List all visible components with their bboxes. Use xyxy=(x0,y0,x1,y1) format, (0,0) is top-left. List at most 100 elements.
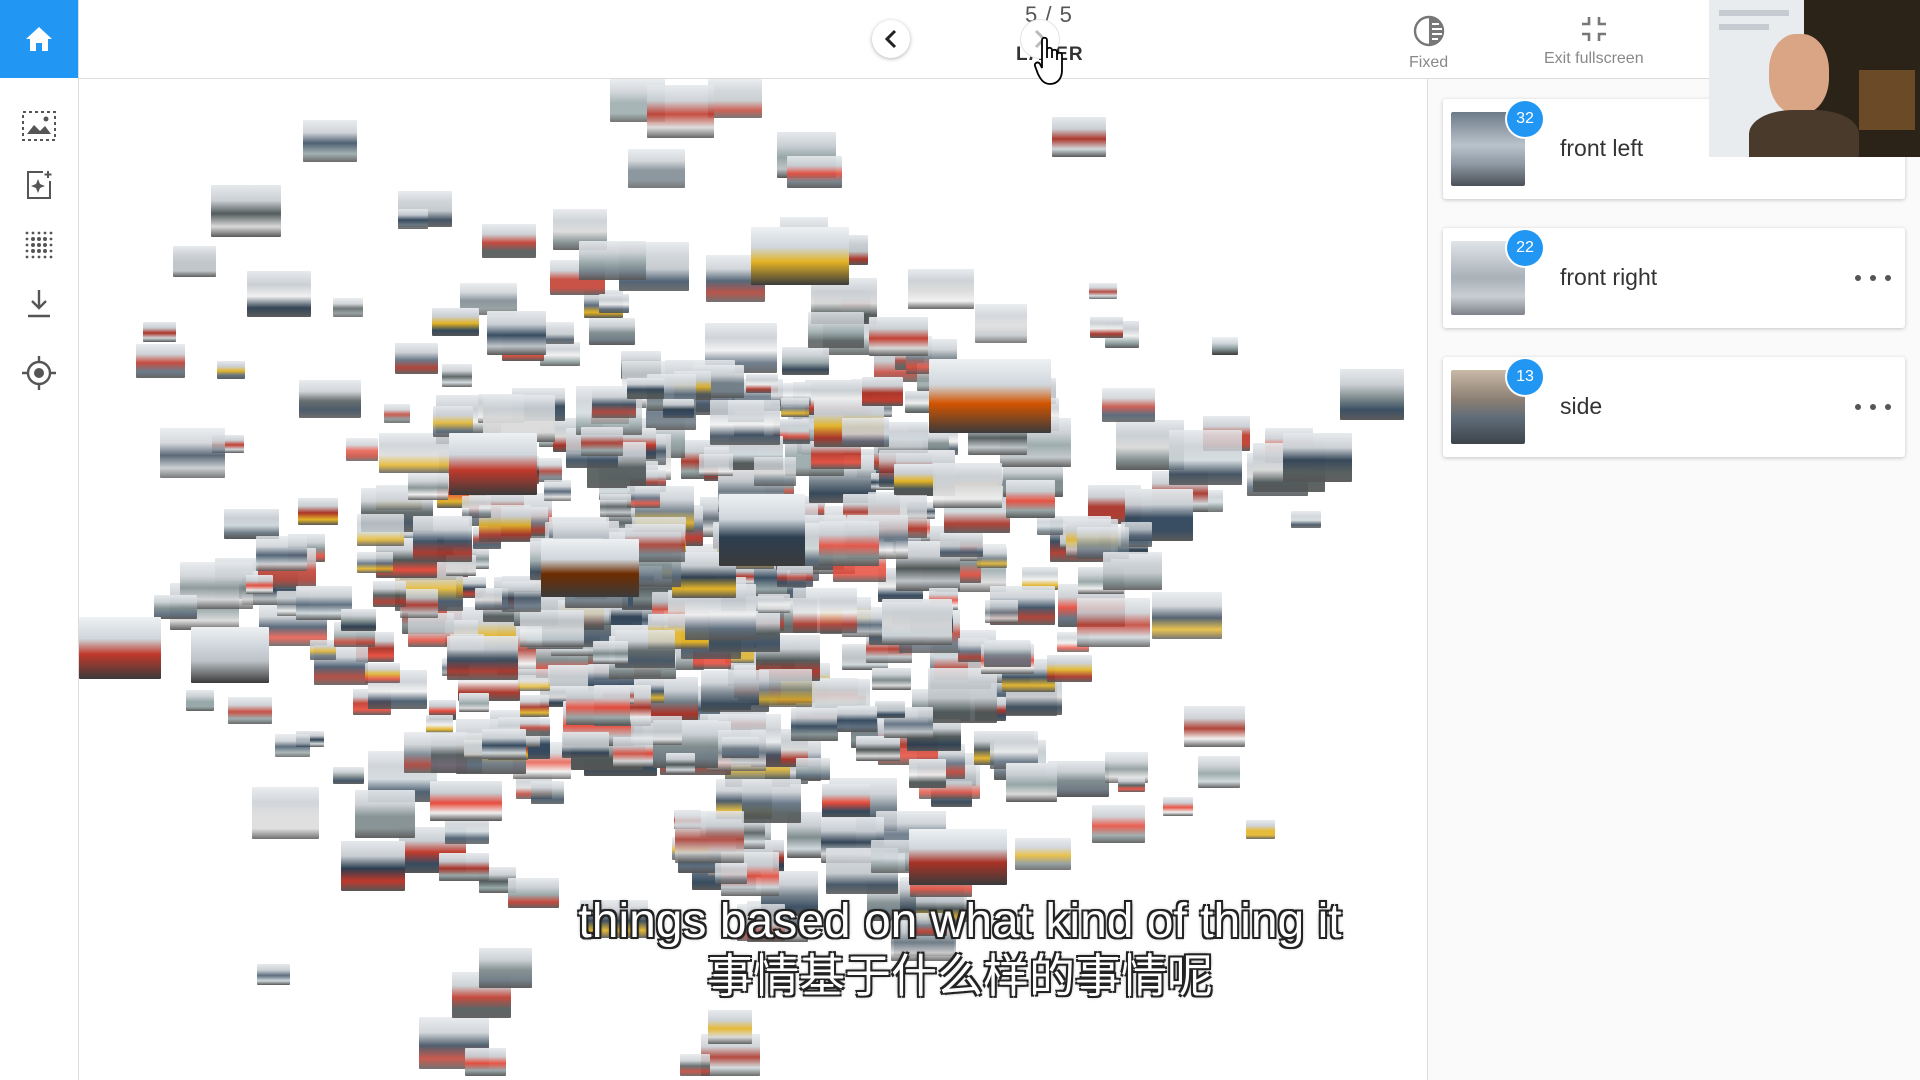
car-image-thumbnail[interactable] xyxy=(546,322,574,344)
car-image-thumbnail[interactable] xyxy=(257,964,290,985)
car-image-thumbnail[interactable] xyxy=(984,641,1031,667)
car-image-thumbnail[interactable] xyxy=(675,811,744,863)
car-image-thumbnail[interactable] xyxy=(1246,820,1275,839)
car-image-thumbnail[interactable] xyxy=(599,294,629,313)
car-image-thumbnail[interactable] xyxy=(822,784,870,818)
car-image-thumbnail[interactable] xyxy=(502,581,541,612)
car-image-thumbnail[interactable] xyxy=(520,695,549,717)
car-image-thumbnail[interactable] xyxy=(719,494,805,566)
car-image-thumbnail[interactable] xyxy=(909,759,946,788)
car-image-thumbnail[interactable] xyxy=(715,863,747,884)
car-image-thumbnail[interactable] xyxy=(430,781,502,821)
fixed-button[interactable]: Fixed xyxy=(1409,14,1448,72)
car-image-thumbnail[interactable] xyxy=(1090,317,1123,338)
car-image-thumbnail[interactable] xyxy=(593,641,628,664)
car-image-thumbnail[interactable] xyxy=(224,509,279,539)
car-image-thumbnail[interactable] xyxy=(408,473,448,500)
car-image-thumbnail[interactable] xyxy=(439,853,489,881)
car-image-thumbnail[interactable] xyxy=(357,552,393,573)
car-image-thumbnail[interactable] xyxy=(541,539,639,597)
car-image-thumbnail[interactable] xyxy=(346,438,378,461)
download-button[interactable] xyxy=(19,284,59,324)
car-image-thumbnail[interactable] xyxy=(518,669,550,691)
car-image-thumbnail[interactable] xyxy=(699,454,733,476)
car-image-thumbnail[interactable] xyxy=(759,669,812,707)
car-image-thumbnail[interactable] xyxy=(1102,388,1155,422)
car-image-thumbnail[interactable] xyxy=(1037,516,1063,535)
car-image-thumbnail[interactable] xyxy=(531,781,564,804)
car-image-thumbnail[interactable] xyxy=(357,514,404,546)
car-image-thumbnail[interactable] xyxy=(186,690,214,711)
car-image-thumbnail[interactable] xyxy=(777,566,813,587)
car-image-thumbnail[interactable] xyxy=(933,463,1002,508)
image-scatter-canvas[interactable] xyxy=(79,79,1426,1080)
car-image-thumbnail[interactable] xyxy=(562,732,609,758)
car-image-thumbnail[interactable] xyxy=(143,322,176,342)
car-image-thumbnail[interactable] xyxy=(1212,337,1238,355)
car-image-thumbnail[interactable] xyxy=(872,668,911,690)
car-image-thumbnail[interactable] xyxy=(465,1048,506,1076)
car-image-thumbnail[interactable] xyxy=(160,428,225,478)
car-image-thumbnail[interactable] xyxy=(627,486,660,508)
car-image-thumbnail[interactable] xyxy=(1047,655,1092,682)
add-sparkle-button[interactable] xyxy=(19,165,59,205)
car-image-thumbnail[interactable] xyxy=(708,1010,752,1044)
car-image-thumbnail[interactable] xyxy=(540,342,580,366)
car-image-thumbnail[interactable] xyxy=(1089,283,1117,299)
car-image-thumbnail[interactable] xyxy=(580,900,648,938)
car-image-thumbnail[interactable] xyxy=(666,753,695,774)
car-image-thumbnail[interactable] xyxy=(154,595,197,619)
car-image-thumbnail[interactable] xyxy=(299,380,361,418)
car-image-thumbnail[interactable] xyxy=(754,457,796,486)
car-image-thumbnail[interactable] xyxy=(909,829,1007,885)
car-image-thumbnail[interactable] xyxy=(398,209,428,229)
car-image-thumbnail[interactable] xyxy=(1118,777,1145,792)
car-image-thumbnail[interactable] xyxy=(940,533,983,557)
car-image-thumbnail[interactable] xyxy=(875,701,905,718)
car-image-thumbnail[interactable] xyxy=(459,693,489,712)
car-image-thumbnail[interactable] xyxy=(758,594,790,613)
car-image-thumbnail[interactable] xyxy=(929,359,1051,433)
car-image-thumbnail[interactable] xyxy=(1291,511,1321,528)
car-image-thumbnail[interactable] xyxy=(211,185,281,237)
more-options-button[interactable] xyxy=(1855,395,1891,419)
car-image-thumbnail[interactable] xyxy=(247,271,311,317)
car-image-thumbnail[interactable] xyxy=(600,494,631,517)
car-image-thumbnail[interactable] xyxy=(985,600,1018,623)
car-image-thumbnail[interactable] xyxy=(449,433,537,495)
car-image-thumbnail[interactable] xyxy=(908,269,974,309)
car-image-thumbnail[interactable] xyxy=(384,404,410,423)
car-image-thumbnail[interactable] xyxy=(341,609,376,631)
cluster-card-front-right[interactable]: 22 front right xyxy=(1443,228,1905,328)
car-image-thumbnail[interactable] xyxy=(819,521,879,566)
image-selection-button[interactable] xyxy=(19,106,59,146)
car-image-thumbnail[interactable] xyxy=(869,317,928,356)
car-image-thumbnail[interactable] xyxy=(426,715,453,733)
car-image-thumbnail[interactable] xyxy=(520,610,584,647)
car-image-thumbnail[interactable] xyxy=(447,636,518,680)
cluster-card-side[interactable]: 13 side xyxy=(1443,357,1905,457)
car-image-thumbnail[interactable] xyxy=(710,400,780,445)
car-image-thumbnail[interactable] xyxy=(751,227,849,285)
car-image-thumbnail[interactable] xyxy=(781,398,809,417)
car-image-thumbnail[interactable] xyxy=(808,312,864,348)
car-image-thumbnail[interactable] xyxy=(1006,763,1057,802)
car-image-thumbnail[interactable] xyxy=(1283,433,1352,482)
car-image-thumbnail[interactable] xyxy=(275,734,310,757)
car-image-thumbnail[interactable] xyxy=(928,668,997,723)
car-image-thumbnail[interactable] xyxy=(479,948,532,988)
car-image-thumbnail[interactable] xyxy=(191,627,269,683)
car-image-thumbnail[interactable] xyxy=(298,498,338,525)
car-image-thumbnail[interactable] xyxy=(333,767,364,784)
car-image-thumbnail[interactable] xyxy=(663,399,694,418)
car-image-thumbnail[interactable] xyxy=(842,418,889,447)
car-image-thumbnail[interactable] xyxy=(862,377,903,406)
car-image-thumbnail[interactable] xyxy=(581,427,623,456)
car-image-thumbnail[interactable] xyxy=(1169,430,1242,485)
car-image-thumbnail[interactable] xyxy=(882,599,952,645)
car-image-thumbnail[interactable] xyxy=(1198,756,1240,788)
car-image-thumbnail[interactable] xyxy=(1052,117,1106,157)
car-image-thumbnail[interactable] xyxy=(613,737,653,767)
car-image-thumbnail[interactable] xyxy=(782,347,829,375)
car-image-thumbnail[interactable] xyxy=(787,156,842,188)
